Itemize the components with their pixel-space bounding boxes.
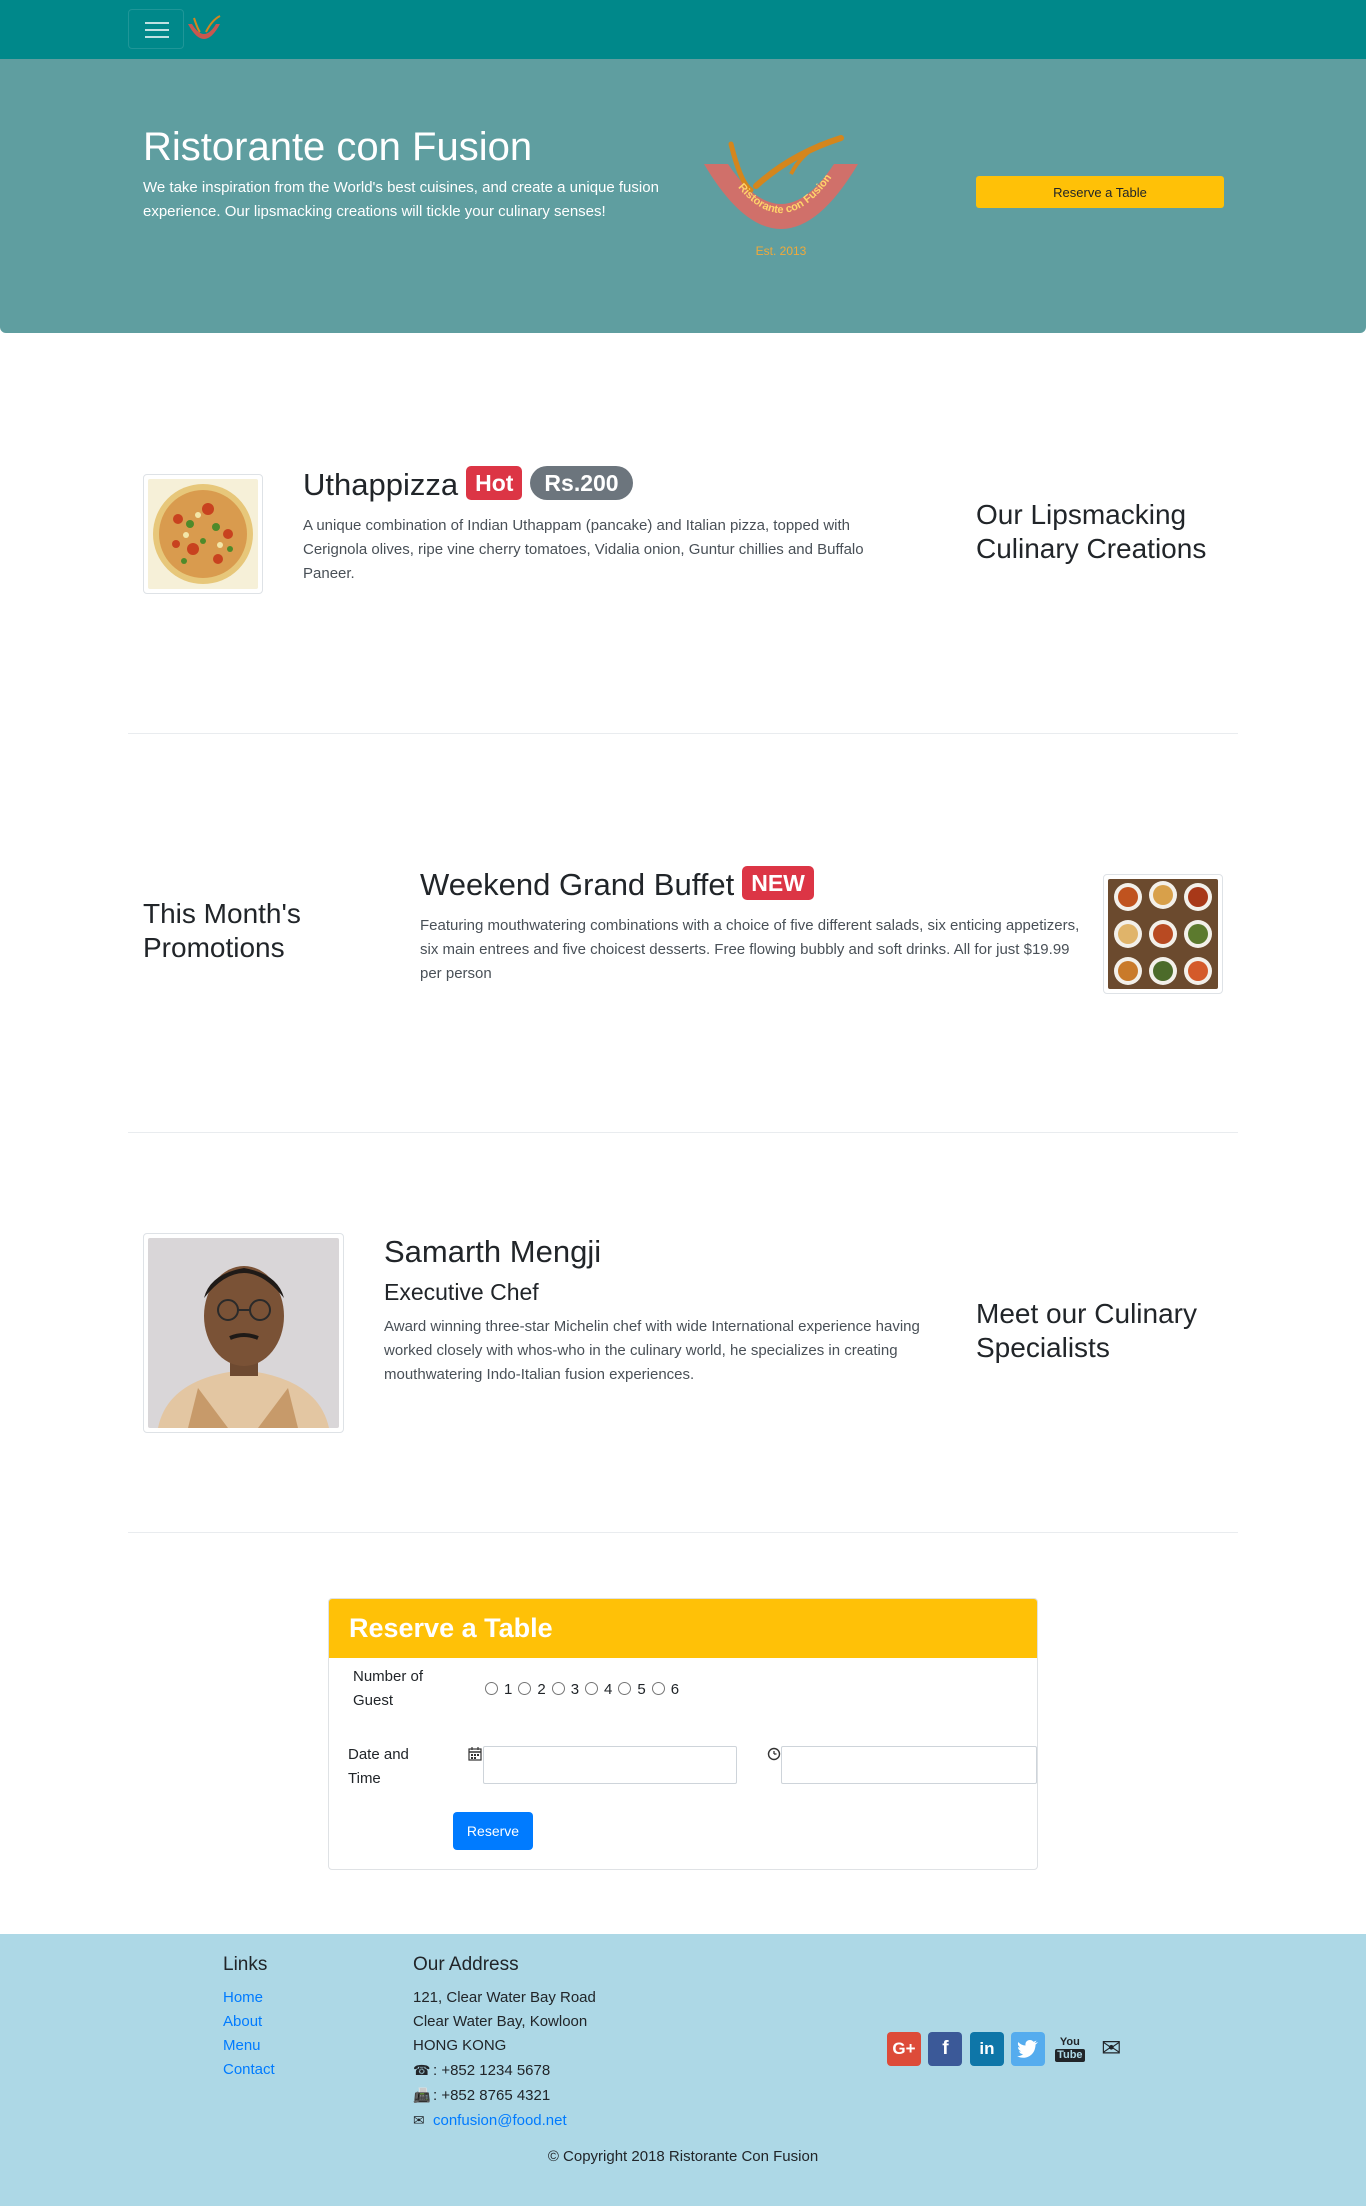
footer: Links Home About Menu Contact Our Addres…	[0, 1934, 1366, 2206]
dish-name: Uthappizza	[303, 467, 459, 502]
footer-links-heading: Links	[223, 1954, 268, 1975]
new-badge: NEW	[742, 866, 814, 900]
jumbotron: Ristorante con Fusion We take inspiratio…	[0, 59, 1366, 333]
restaurant-title: Ristorante con Fusion	[143, 125, 533, 169]
phone-number: : +852 1234 5678	[433, 2062, 551, 2079]
footer-link-about[interactable]: About	[223, 2013, 262, 2030]
dish-image	[143, 474, 263, 594]
reservation-card-header: Reserve a Table	[329, 1599, 1037, 1658]
phone-icon: ☎	[413, 2062, 431, 2078]
guest-option-3[interactable]: 3	[551, 1681, 579, 1698]
linkedin-icon[interactable]: in	[969, 2032, 1004, 2066]
footer-link-home[interactable]: Home	[223, 1989, 263, 2006]
footer-address: 121, Clear Water Bay Road Clear Water Ba…	[413, 1986, 596, 2133]
promotion-description: Featuring mouthwatering combinations wit…	[420, 917, 1080, 982]
navbar-toggler-button[interactable]	[128, 9, 184, 49]
address-line-3: HONG KONG	[413, 2037, 507, 2054]
reserve-table-button[interactable]: Reserve a Table	[976, 176, 1224, 208]
brand-logo-icon[interactable]	[184, 14, 224, 46]
guest-option-1[interactable]: 1	[485, 1681, 512, 1698]
fax-number: : +852 8765 4321	[433, 2087, 551, 2104]
facebook-icon[interactable]: f	[928, 2032, 963, 2066]
guest-option-5[interactable]: 5	[618, 1681, 646, 1698]
social-links: G+ f in You Tube ✉	[887, 2032, 1131, 2066]
promotion-heading: Weekend Grand Buffet NEW	[420, 866, 814, 903]
dish-heading: Uthappizza Hot Rs.200	[303, 466, 633, 503]
section-divider	[128, 733, 1238, 734]
price-badge: Rs.200	[530, 466, 633, 500]
fax-icon: 📠	[413, 2087, 431, 2103]
twitter-icon[interactable]	[1011, 2032, 1046, 2066]
guest-option-4[interactable]: 4	[585, 1681, 612, 1698]
envelope-icon: ✉	[413, 2112, 425, 2128]
chef-photo	[143, 1233, 344, 1433]
guests-radio-group: 123456	[485, 1681, 685, 1698]
promotions-section-heading: This Month's Promotions	[143, 898, 301, 963]
guest-option-6[interactable]: 6	[651, 1681, 679, 1698]
chef-designation: Executive Chef	[384, 1279, 539, 1305]
logo-established: Est. 2013	[756, 244, 807, 258]
email-link[interactable]: confusion@food.net	[433, 2112, 567, 2129]
footer-address-heading: Our Address	[413, 1954, 519, 1975]
copyright: © Copyright 2018 Ristorante Con Fusion	[547, 2148, 819, 2165]
reserve-submit-button[interactable]: Reserve	[453, 1812, 533, 1850]
datetime-label: Date and Time	[348, 1746, 409, 1787]
promotion-name: Weekend Grand Buffet	[420, 867, 735, 902]
specialists-section-heading: Meet our Culinary Specialists	[976, 1298, 1197, 1363]
section-divider	[128, 1532, 1238, 1533]
envelope-icon[interactable]: ✉	[1094, 2032, 1128, 2066]
google-plus-icon[interactable]: G+	[887, 2032, 921, 2066]
buffet-image	[1103, 874, 1223, 994]
dish-description: A unique combination of Indian Uthappam …	[303, 517, 864, 582]
time-input[interactable]	[781, 1746, 1037, 1784]
restaurant-tagline: We take inspiration from the World's bes…	[143, 179, 659, 220]
address-line-2: Clear Water Bay, Kowloon	[413, 2013, 588, 2030]
date-input[interactable]	[483, 1746, 737, 1784]
footer-links-list: Home About Menu Contact	[223, 1986, 275, 2082]
calendar-icon	[468, 1747, 482, 1761]
address-line-1: 121, Clear Water Bay Road	[413, 1989, 596, 2006]
chef-description: Award winning three-star Michelin chef w…	[384, 1318, 920, 1383]
section-divider	[128, 1132, 1238, 1133]
footer-link-contact[interactable]: Contact	[223, 2061, 275, 2078]
guests-label: Number of Guest	[353, 1668, 424, 1709]
navbar	[0, 0, 1366, 59]
restaurant-logo: Ristorante con Fusion Est. 2013	[704, 135, 858, 258]
hot-badge: Hot	[466, 466, 523, 500]
reservation-card: Reserve a Table Number of Guest 123456 D…	[328, 1598, 1038, 1870]
footer-link-menu[interactable]: Menu	[223, 2037, 261, 2054]
chef-name: Samarth Mengji	[384, 1234, 602, 1269]
youtube-icon[interactable]: You Tube	[1053, 2032, 1087, 2066]
clock-icon	[767, 1747, 781, 1761]
dishes-section-heading: Our Lipsmacking Culinary Creations	[976, 499, 1207, 564]
guest-option-2[interactable]: 2	[518, 1681, 546, 1698]
